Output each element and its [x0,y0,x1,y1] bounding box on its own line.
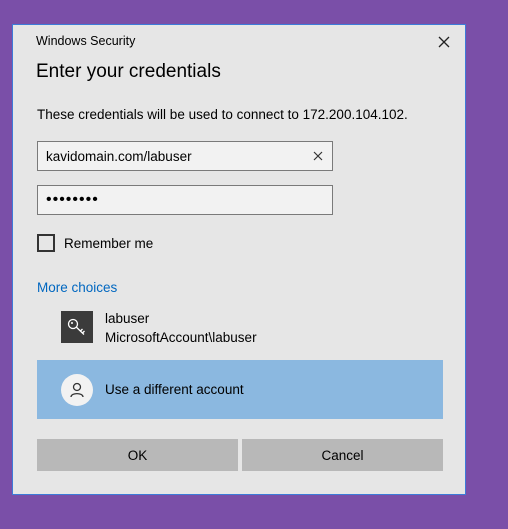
dialog-heading: Enter your credentials [36,61,221,82]
more-choices-link[interactable]: More choices [37,280,117,295]
account-name: labuser [105,311,150,326]
credentials-dialog: Windows Security Enter your credentials … [12,24,466,495]
person-icon [61,373,93,406]
key-icon [61,311,93,343]
remember-me-option[interactable]: Remember me [37,234,153,252]
cancel-button[interactable]: Cancel [242,439,443,471]
close-button[interactable] [433,31,455,53]
password-input[interactable] [46,186,306,214]
ok-button[interactable]: OK [37,439,238,471]
password-field[interactable] [37,185,333,215]
dialog-description: These credentials will be used to connec… [37,107,408,122]
remember-me-checkbox[interactable] [37,234,55,252]
use-different-account-option[interactable]: Use a different account [37,360,443,419]
window-title: Windows Security [36,34,136,48]
close-icon [438,36,450,48]
clear-icon[interactable] [311,149,325,163]
account-detail: MicrosoftAccount\labuser [105,330,257,345]
use-different-account-label: Use a different account [105,382,244,397]
username-input[interactable] [46,142,306,170]
remember-me-label: Remember me [64,235,154,251]
account-option-labuser[interactable]: labuser MicrosoftAccount\labuser [61,311,257,347]
username-field[interactable] [37,141,333,171]
